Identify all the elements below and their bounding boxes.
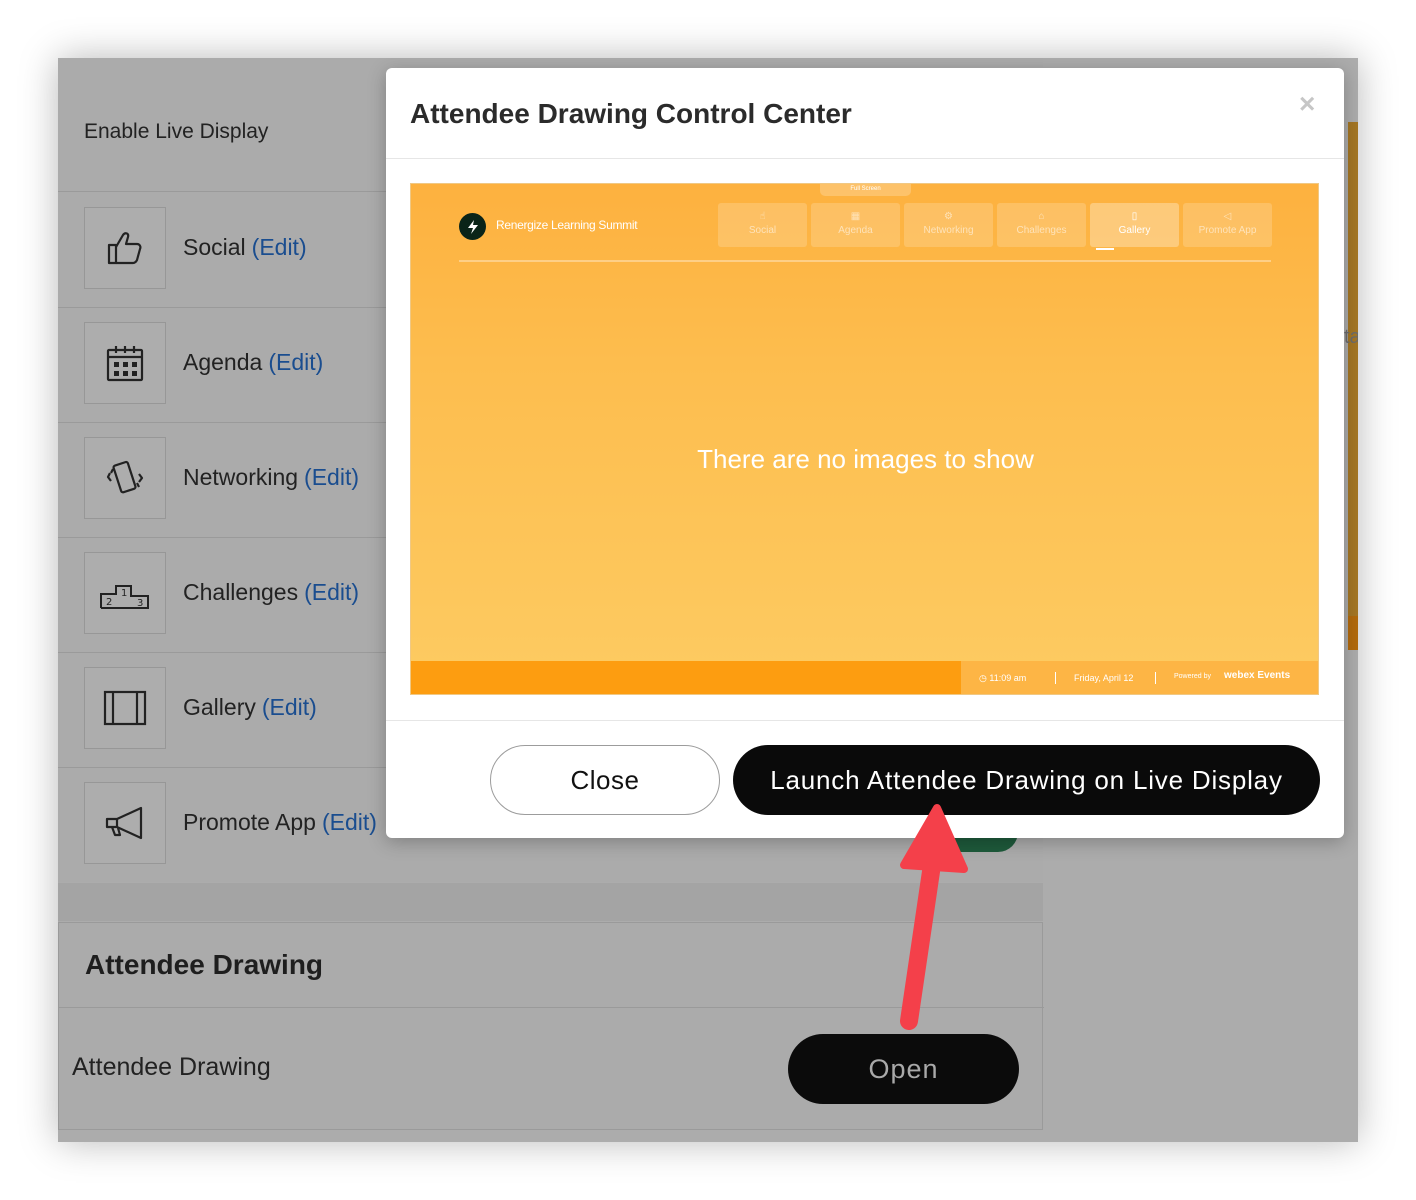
attendee-drawing-heading: Attendee Drawing xyxy=(85,949,324,980)
divider xyxy=(1155,672,1156,684)
svg-text:2: 2 xyxy=(106,597,112,608)
preview-tab-challenges: ⌂ Challenges xyxy=(997,203,1086,247)
fullscreen-toggle[interactable]: Full Screen xyxy=(820,184,911,196)
close-button[interactable]: Close xyxy=(490,745,720,815)
edit-link-challenges[interactable]: (Edit) xyxy=(304,579,359,605)
preview-tab-social: ☝ Social xyxy=(718,203,807,247)
tab-label-promote-app: Promote App (Edit) xyxy=(183,809,377,835)
section-gap xyxy=(58,883,1043,921)
preview-tab-networking: ⚙ Networking xyxy=(904,203,993,247)
close-icon[interactable]: × xyxy=(1299,90,1315,118)
open-attendee-drawing-button[interactable]: Open xyxy=(788,1034,1019,1104)
edit-link-promote-app[interactable]: (Edit) xyxy=(322,809,377,835)
megaphone-icon xyxy=(84,782,166,864)
vibrating-phone-icon xyxy=(84,437,166,519)
divider xyxy=(386,720,1344,721)
divider xyxy=(1055,672,1056,684)
svg-text:1: 1 xyxy=(121,588,127,599)
preview-header-divider xyxy=(459,260,1271,262)
preview-tab-promote-app: ◁ Promote App xyxy=(1183,203,1272,247)
edit-link-agenda[interactable]: (Edit) xyxy=(268,349,323,375)
preview-footer-info: ◷ 11:09 am Friday, April 12 Powered by w… xyxy=(961,661,1318,694)
edit-link-gallery[interactable]: (Edit) xyxy=(262,694,317,720)
podium-icon: 2 1 3 xyxy=(84,552,166,634)
divider xyxy=(386,158,1344,159)
divider xyxy=(59,1007,1044,1008)
enable-live-display-label: Enable Live Display xyxy=(84,120,269,143)
launch-live-display-button[interactable]: Launch Attendee Drawing on Live Display xyxy=(733,745,1320,815)
screenshot-frame: Enable Live Display Social (Edit) Agenda… xyxy=(58,58,1358,1142)
tab-label-gallery: Gallery (Edit) xyxy=(183,694,317,720)
gallery-icon xyxy=(84,667,166,749)
modal-title: Attendee Drawing Control Center xyxy=(410,98,852,129)
event-logo-icon xyxy=(459,213,486,240)
webex-events-logo: webex Events xyxy=(1224,670,1291,681)
powered-by-label: Powered by xyxy=(1174,673,1211,680)
preview-clock: ◷ 11:09 am xyxy=(979,673,1027,683)
background-orange-footer-edge xyxy=(1348,616,1358,650)
background-peek-text: ta xyxy=(1344,326,1358,348)
live-display-preview: Full Screen Renergize Learning Summit ☝ S… xyxy=(410,183,1319,695)
background-orange-panel-edge xyxy=(1348,122,1358,650)
preview-date: Friday, April 12 xyxy=(1074,673,1134,683)
svg-text:3: 3 xyxy=(137,598,143,609)
tab-label-agenda: Agenda (Edit) xyxy=(183,349,324,375)
attendee-drawing-card: Attendee Drawing Attendee Drawing Open xyxy=(58,922,1044,1130)
preview-tab-agenda: ▦ Agenda xyxy=(811,203,900,247)
edit-link-social[interactable]: (Edit) xyxy=(252,234,307,260)
tab-label-challenges: Challenges (Edit) xyxy=(183,579,360,605)
calendar-icon xyxy=(84,322,166,404)
preview-tab-gallery: ▯ Gallery xyxy=(1090,203,1179,250)
attendee-drawing-row-label: Attendee Drawing xyxy=(72,1053,271,1081)
tab-label-social: Social (Edit) xyxy=(183,234,307,260)
empty-gallery-message: There are no images to show xyxy=(697,444,1034,474)
attendee-drawing-modal: Attendee Drawing Control Center × Full S… xyxy=(386,68,1344,838)
edit-link-networking[interactable]: (Edit) xyxy=(304,464,359,490)
thumbs-up-icon xyxy=(84,207,166,289)
event-brand-name: Renergize Learning Summit xyxy=(496,218,638,232)
tab-label-networking: Networking (Edit) xyxy=(183,464,359,490)
